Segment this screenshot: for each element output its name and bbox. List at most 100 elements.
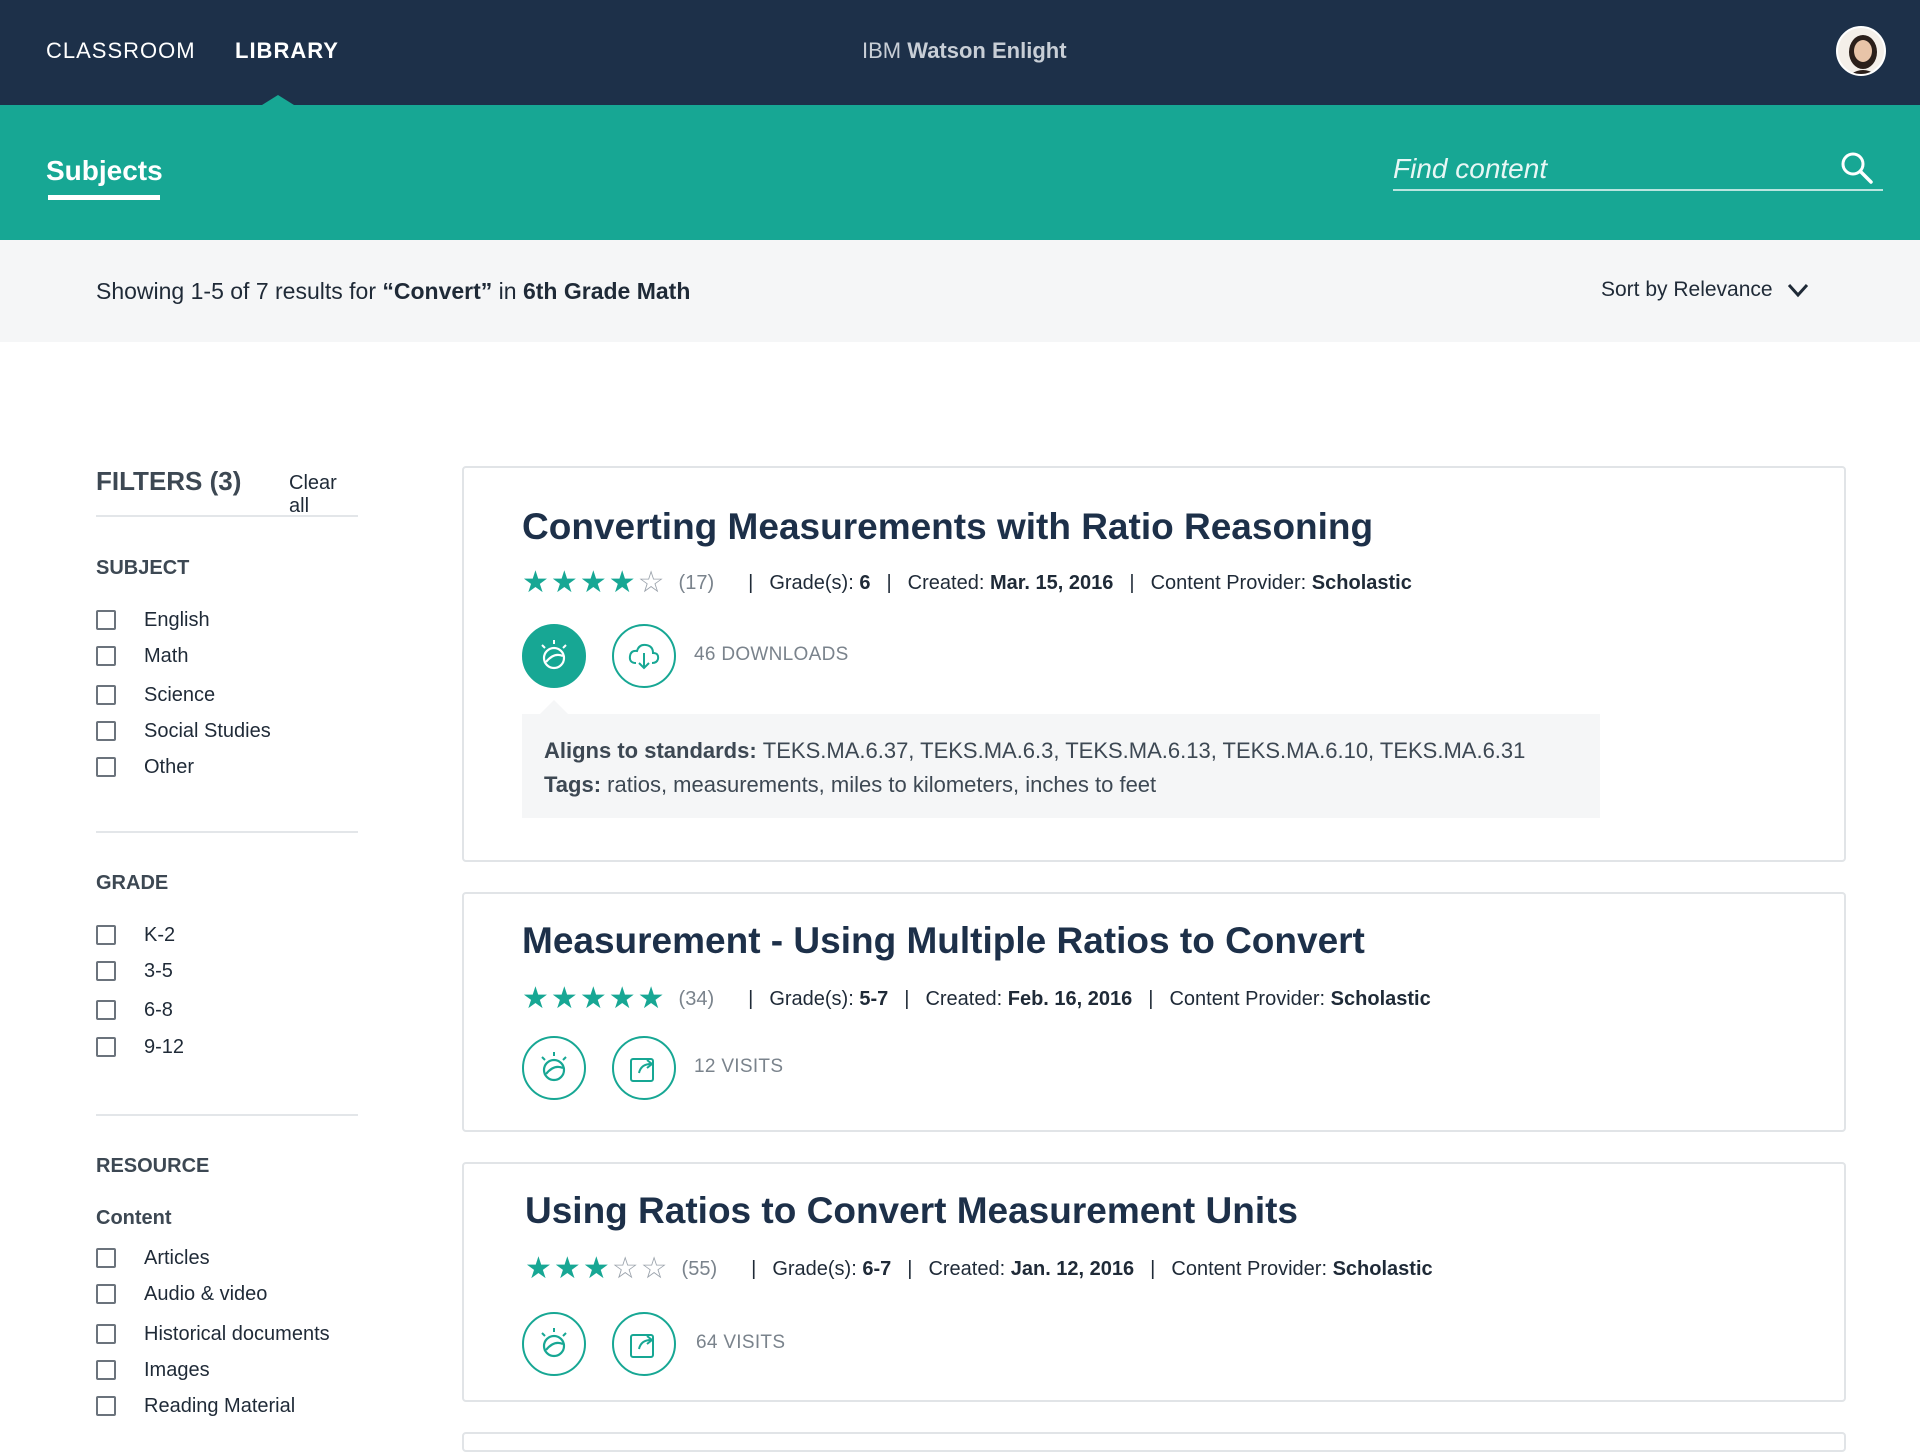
checkbox[interactable] [96, 757, 116, 777]
filter-option-audio-video[interactable]: Audio & video [96, 1281, 267, 1307]
clear-all-link[interactable]: Clear all [289, 472, 362, 518]
grades-value: 6 [859, 571, 871, 594]
checkbox[interactable] [96, 1000, 116, 1020]
results-in: in [492, 278, 523, 304]
filter-label: Science [144, 683, 216, 706]
result-card[interactable]: Using Ratios to Convert Measurement Unit… [462, 1162, 1846, 1402]
star-filled-icon: ★ [608, 566, 636, 599]
rating-count: (34) [678, 987, 715, 1010]
subjects-tab[interactable]: Subjects [46, 155, 163, 187]
sort-dropdown[interactable]: Sort by Relevance [1601, 278, 1773, 302]
filter-label: Social Studies [144, 719, 271, 742]
filter-option-english[interactable]: English [96, 607, 210, 633]
checkbox[interactable] [96, 1396, 116, 1416]
brand-logo: IBM Watson Enlight [862, 38, 1067, 64]
star-rating: ★ ★ ★ ☆ ☆ [525, 1254, 670, 1284]
result-card[interactable]: Converting Measurements with Ratio Reaso… [462, 466, 1846, 862]
provider-value: Scholastic [1332, 1257, 1433, 1280]
checkbox[interactable] [96, 1248, 116, 1268]
filter-option-science[interactable]: Science [96, 682, 215, 708]
created-label: Created: [925, 987, 1003, 1010]
card-title[interactable]: Measurement - Using Multiple Ratios to C… [522, 920, 1365, 962]
nav-classroom[interactable]: CLASSROOM [46, 38, 196, 64]
filter-option-reading-material[interactable]: Reading Material [96, 1393, 295, 1419]
star-filled-icon: ★ [553, 1252, 581, 1285]
filter-label: 6-8 [144, 998, 173, 1021]
search-input[interactable] [1393, 149, 1883, 191]
active-tab-caret [262, 95, 294, 105]
results-summary: Showing 1-5 of 7 results for “Convert” i… [96, 278, 690, 305]
checkbox[interactable] [96, 1284, 116, 1304]
checkbox[interactable] [96, 1360, 116, 1380]
filter-label: Articles [144, 1246, 210, 1269]
card-title[interactable]: Converting Measurements with Ratio Reaso… [522, 506, 1373, 548]
visit-button[interactable] [612, 1312, 676, 1376]
watson-button[interactable] [522, 624, 586, 688]
meta-separator: | [904, 987, 910, 1010]
visit-button[interactable] [612, 1036, 676, 1100]
provider-label: Content Provider: [1150, 571, 1307, 594]
checkbox[interactable] [96, 721, 116, 741]
star-filled-icon: ★ [582, 1252, 610, 1285]
standards-line: Aligns to standards: TEKS.MA.6.37, TEKS.… [544, 734, 1578, 768]
results-scope: 6th Grade Math [522, 278, 691, 304]
chevron-down-icon[interactable] [1786, 280, 1810, 300]
filter-option-k-2[interactable]: K-2 [96, 922, 175, 948]
meta-separator: | [907, 1257, 913, 1280]
search-icon[interactable] [1840, 151, 1874, 185]
watson-button[interactable] [522, 1036, 586, 1100]
checkbox[interactable] [96, 685, 116, 705]
standards-box: Aligns to standards: TEKS.MA.6.37, TEKS.… [522, 700, 1600, 818]
result-card[interactable]: Measurement - Using Multiple Ratios to C… [462, 892, 1846, 1132]
checkbox[interactable] [96, 925, 116, 945]
star-filled-icon: ★ [550, 566, 578, 599]
star-empty-icon: ☆ [637, 566, 665, 599]
card-meta: ★ ★ ★ ★ ★ (34) | Grade(s): 5-7 | Created: Fe… [522, 984, 1431, 1014]
nav-library[interactable]: LIBRARY [235, 38, 339, 64]
content-subgroup-title: Content [96, 1207, 172, 1229]
filter-option-other[interactable]: Other [96, 754, 194, 780]
filter-option-3-5[interactable]: 3-5 [96, 958, 173, 984]
provider-label: Content Provider: [1171, 1257, 1328, 1280]
watson-icon [541, 1052, 567, 1082]
subheader-bar: Subjects [0, 105, 1920, 240]
filter-option-9-12[interactable]: 9-12 [96, 1034, 184, 1060]
download-button[interactable] [612, 624, 676, 688]
filter-option-math[interactable]: Math [96, 643, 188, 669]
download-count: 46 DOWNLOADS [694, 644, 849, 665]
standards-tip [540, 700, 568, 714]
filter-label: Math [144, 644, 189, 667]
results-prefix: Showing 1-5 of 7 results for [96, 278, 383, 304]
filter-label: English [144, 608, 210, 631]
results-query: “Convert” [382, 278, 493, 304]
watson-button[interactable] [522, 1312, 586, 1376]
meta-separator: | [748, 987, 754, 1010]
result-card[interactable] [462, 1432, 1846, 1452]
filter-option-6-8[interactable]: 6-8 [96, 997, 173, 1023]
meta-separator: | [748, 571, 754, 594]
star-filled-icon: ★ [550, 982, 578, 1015]
rating-count: (17) [678, 571, 715, 594]
meta-separator: | [1150, 1257, 1156, 1280]
checkbox[interactable] [96, 646, 116, 666]
grades-label: Grade(s): [769, 987, 854, 1010]
watson-icon [541, 640, 567, 670]
filter-option-articles[interactable]: Articles [96, 1245, 210, 1271]
filter-label: Reading Material [144, 1394, 296, 1417]
star-filled-icon: ★ [579, 566, 607, 599]
meta-separator: | [1129, 571, 1135, 594]
checkbox[interactable] [96, 1324, 116, 1344]
created-value: Jan. 12, 2016 [1010, 1257, 1135, 1280]
divider [96, 831, 358, 833]
filter-option-social-studies[interactable]: Social Studies [96, 718, 271, 744]
filter-option-images[interactable]: Images [96, 1357, 210, 1383]
checkbox[interactable] [96, 961, 116, 981]
avatar[interactable] [1836, 26, 1886, 76]
checkbox[interactable] [96, 610, 116, 630]
card-title[interactable]: Using Ratios to Convert Measurement Unit… [525, 1190, 1298, 1232]
tags-label: Tags: [544, 772, 608, 797]
tags-value: ratios, measurements, miles to kilometer… [607, 772, 1157, 797]
filter-option-historical-documents[interactable]: Historical documents [96, 1321, 330, 1347]
grade-group-title: GRADE [96, 872, 169, 894]
checkbox[interactable] [96, 1037, 116, 1057]
